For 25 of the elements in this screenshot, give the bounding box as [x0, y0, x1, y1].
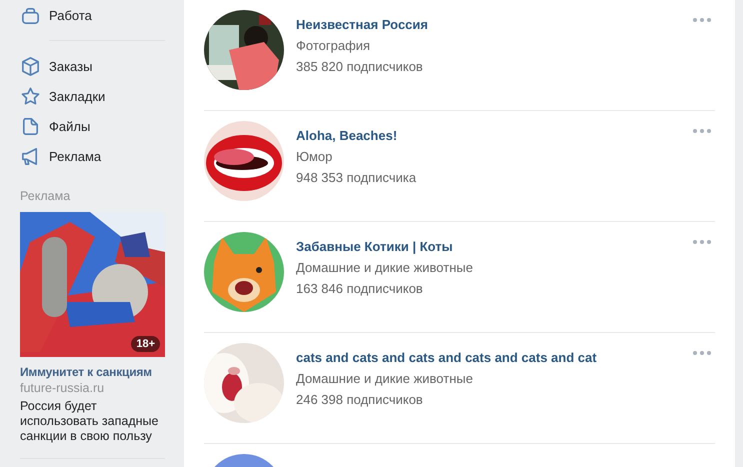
sidebar-item[interactable]: Заказы [20, 51, 165, 81]
follower-count: 246 398 подписчиков [296, 392, 424, 407]
star-icon [20, 86, 41, 106]
community-category: Домашние и дикие животные [296, 260, 473, 275]
document-icon [20, 116, 41, 136]
community-name[interactable]: Неизвестная Россия [296, 17, 428, 32]
ad-heading: Реклама [20, 189, 72, 203]
ad-text: Россия будет использовать западные санкции в свою пользу [20, 399, 160, 444]
ad-domain: future-russia.ru [20, 381, 106, 395]
sidebar-item[interactable]: Файлы [20, 111, 165, 141]
community-name[interactable]: Aloha, Beaches! [296, 128, 416, 143]
community-category: Фотография [296, 38, 372, 53]
community-name[interactable]: cats and cats and cats and cats and cats and cat [296, 350, 597, 365]
community-category: Юмор [296, 149, 334, 164]
sidebar-item[interactable]: Закладки [20, 81, 165, 111]
community-name[interactable]: Забавные Котики | Коты [296, 239, 473, 254]
sidebar-item[interactable]: Работа [20, 0, 165, 30]
sidebar-item[interactable]: Реклама [20, 141, 165, 171]
follower-count: 948 353 подписчика [296, 170, 416, 185]
age-badge: 18+ [131, 336, 160, 352]
follower-count: 385 820 подписчиков [296, 59, 424, 74]
box-icon [20, 56, 41, 76]
ad-title[interactable]: Иммунитет к санкциям [20, 365, 165, 379]
follower-count: 163 846 подписчиков [296, 281, 424, 296]
community-category: Домашние и дикие животные [296, 371, 474, 386]
